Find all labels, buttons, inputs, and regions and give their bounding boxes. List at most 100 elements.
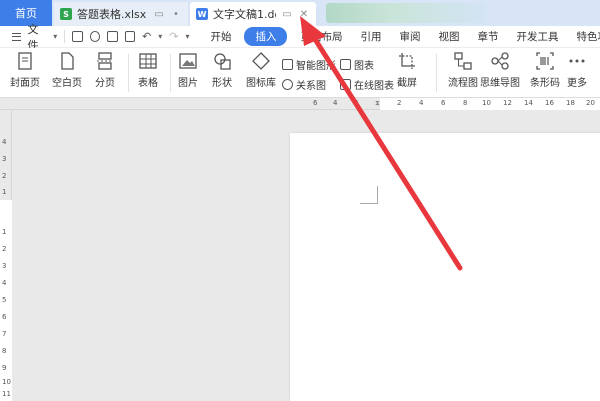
horizontal-ruler[interactable]: 6 4 2 ⧗ 2 4 6 8 10 12 14 16 18 20 xyxy=(0,98,600,110)
ruler-tick: 9 xyxy=(2,364,7,372)
save-icon[interactable] xyxy=(72,31,83,42)
tab-developer[interactable]: 开发工具 xyxy=(507,27,567,46)
shape-button[interactable]: 形状 xyxy=(212,52,232,89)
tab-dot-icon: • xyxy=(173,8,179,20)
relation-chart-button[interactable]: 关系图 xyxy=(282,77,326,92)
ruler-tick: 4 xyxy=(2,138,7,146)
ruler-indent-marker[interactable]: ⧗ xyxy=(375,99,380,108)
online-chart-button[interactable]: 在线图表 xyxy=(340,77,394,92)
blank-page-icon xyxy=(61,52,74,70)
divider xyxy=(64,30,66,43)
tab-section[interactable]: 章节 xyxy=(468,27,507,46)
shape-icon xyxy=(214,53,231,70)
icon-library-button[interactable]: 图标库 xyxy=(246,52,276,89)
more-icon xyxy=(569,59,585,63)
ribbon-tabs: 开始 插入 页面布局 引用 审阅 视图 章节 开发工具 特色功能 xyxy=(201,27,600,46)
ruler-tick: 8 xyxy=(2,347,7,355)
ruler-tick: 1 xyxy=(2,228,7,236)
ruler-tick: 20 xyxy=(586,99,595,107)
online-chart-icon xyxy=(340,79,351,90)
print-preview-icon[interactable] xyxy=(124,31,136,42)
ruler-tick: 12 xyxy=(503,99,512,107)
tab-start[interactable]: 开始 xyxy=(201,27,240,46)
ruler-tick: 6 xyxy=(2,313,7,321)
menu-bar: 文件 ▾ ↶ ▾ ↷ ▾ 开始 插入 页面布局 引用 审阅 视图 章节 开发工具… xyxy=(0,23,600,52)
divider xyxy=(436,54,437,92)
screenshot-icon xyxy=(399,53,415,69)
more-button[interactable]: 更多 xyxy=(567,52,587,89)
ruler-tick: 8 xyxy=(463,99,468,107)
ruler-tick: 10 xyxy=(2,378,11,386)
barcode-button[interactable]: 条形码 xyxy=(530,52,560,89)
ruler-tick: 11 xyxy=(2,390,11,398)
ruler-tick: 6 xyxy=(313,99,318,107)
chart-button[interactable]: 图表 xyxy=(340,57,374,72)
chart-icon xyxy=(340,59,351,70)
ruler-tick: 4 xyxy=(333,99,338,107)
relation-chart-icon xyxy=(282,79,293,90)
ruler-tick: 14 xyxy=(524,99,533,107)
document-icon: W xyxy=(196,8,208,20)
divider xyxy=(170,54,171,92)
icon-library-icon xyxy=(252,52,270,70)
barcode-icon xyxy=(536,52,554,70)
ruler-tick: 1 xyxy=(2,188,7,196)
chevron-down-icon[interactable]: ▾ xyxy=(53,32,57,41)
mindmap-icon xyxy=(491,52,509,70)
mindmap-button[interactable]: 思维导图 xyxy=(480,52,520,89)
tab-view[interactable]: 视图 xyxy=(429,27,468,46)
ruler-tick: 4 xyxy=(2,279,7,287)
ruler-tick: 6 xyxy=(441,99,446,107)
ruler-tick: 5 xyxy=(2,296,7,304)
close-icon[interactable]: ✕ xyxy=(298,9,310,20)
flowchart-icon xyxy=(454,52,472,70)
blurred-tab[interactable] xyxy=(326,3,486,23)
table-icon xyxy=(139,53,157,69)
page-break-icon xyxy=(97,52,113,70)
ruler-tick: 2 xyxy=(2,245,7,253)
tab-insert[interactable]: 插入 xyxy=(244,27,288,46)
format-painter-icon[interactable] xyxy=(89,31,101,42)
tab-pin-icon[interactable]: ▭ xyxy=(153,9,165,20)
cover-page-button[interactable]: 封面页 xyxy=(10,52,40,89)
smartart-button[interactable]: 智能图形 xyxy=(282,57,336,72)
undo-icon[interactable]: ↶ xyxy=(142,30,151,43)
blank-page-button[interactable]: 空白页 xyxy=(52,52,82,89)
ruler-tick: 2 xyxy=(2,172,7,180)
ruler-tick: 16 xyxy=(545,99,554,107)
ruler-tick: 10 xyxy=(482,99,491,107)
document-page[interactable] xyxy=(290,133,600,401)
smartart-icon xyxy=(282,59,293,70)
ruler-tick: 3 xyxy=(2,155,7,163)
page-break-button[interactable]: 分页 xyxy=(95,52,115,89)
tab-docx-title: 文字文稿1.docx xyxy=(213,8,276,21)
spreadsheet-icon: S xyxy=(60,8,72,20)
print-icon[interactable] xyxy=(107,31,118,42)
vertical-ruler[interactable]: 4 3 2 1 1 2 3 4 5 6 7 8 9 10 11 xyxy=(0,110,12,401)
tab-docx[interactable]: W 文字文稿1.docx ▭ ✕ xyxy=(190,2,316,26)
page-margin-marker xyxy=(360,186,378,204)
divider xyxy=(128,54,129,92)
screenshot-button[interactable]: 截屏 xyxy=(397,52,417,89)
ruler-tick: 2 xyxy=(397,99,402,107)
picture-icon xyxy=(179,53,197,69)
ruler-tick: 4 xyxy=(419,99,424,107)
tab-pin-icon[interactable]: ▭ xyxy=(281,9,293,20)
flowchart-button[interactable]: 流程图 xyxy=(448,52,478,89)
tab-review[interactable]: 审阅 xyxy=(390,27,429,46)
tab-special[interactable]: 特色功能 xyxy=(567,27,600,46)
ruler-tick: 7 xyxy=(2,330,7,338)
chevron-down-icon[interactable]: ▾ xyxy=(158,32,162,41)
chevron-down-icon[interactable]: ▾ xyxy=(186,32,190,41)
menu-icon[interactable] xyxy=(12,32,21,41)
tab-references[interactable]: 引用 xyxy=(351,27,390,46)
ribbon-insert: 封面页 空白页 分页 表格 图片 形状 图标库 智能图形 关系图 图表 在线图表 xyxy=(0,48,600,98)
cover-page-icon xyxy=(18,52,32,70)
ruler-tick: 2 xyxy=(354,99,359,107)
table-button[interactable]: 表格 xyxy=(138,52,158,89)
ruler-tick: 18 xyxy=(566,99,575,107)
tab-page-layout[interactable]: 页面布局 xyxy=(291,27,351,46)
ruler-tick: 3 xyxy=(2,262,7,270)
redo-icon[interactable]: ↷ xyxy=(169,30,178,43)
picture-button[interactable]: 图片 xyxy=(178,52,198,89)
